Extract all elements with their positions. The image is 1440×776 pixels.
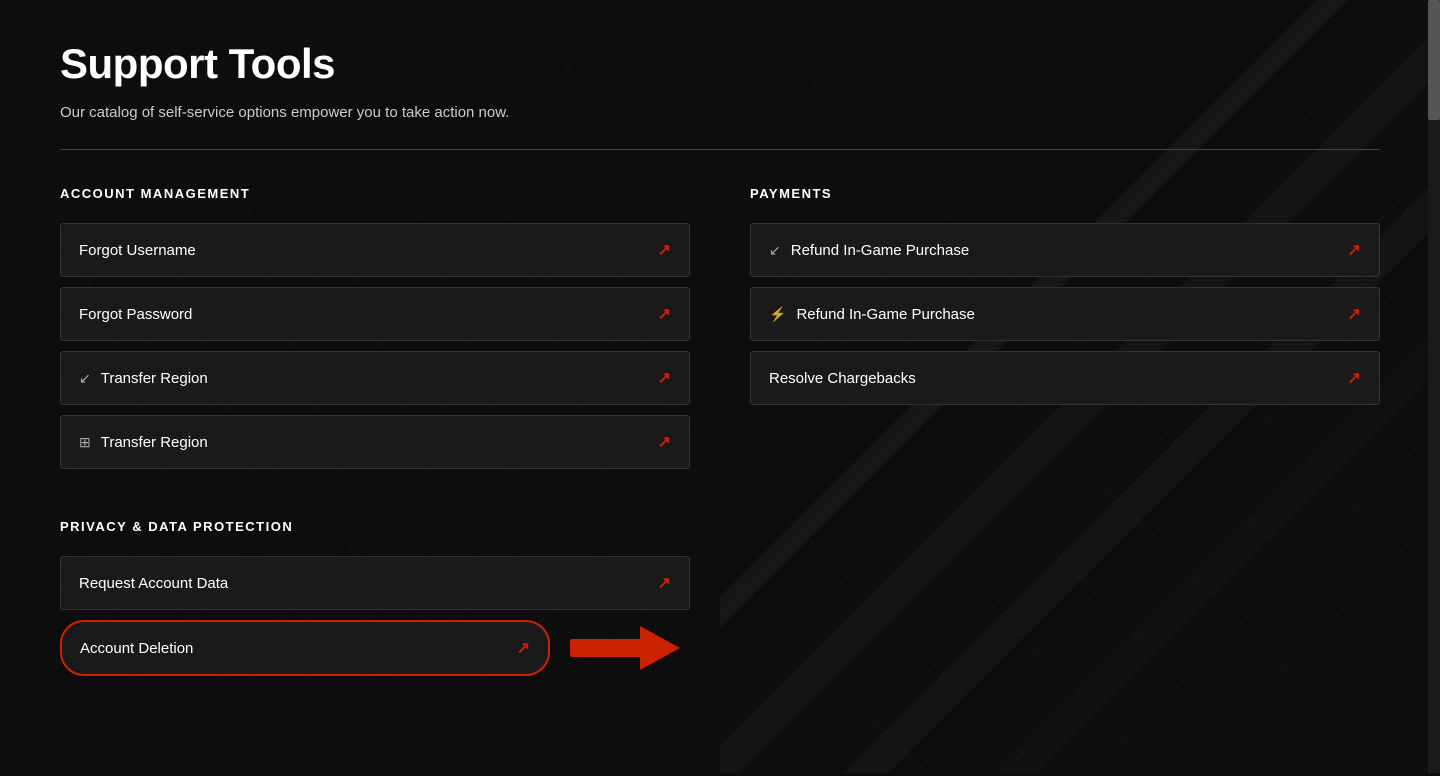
transfer-region-1-label: Transfer Region <box>101 370 208 387</box>
privacy-section: PRIVACY & DATA PROTECTION Request Accoun… <box>60 519 690 716</box>
forgot-username-label: Forgot Username <box>79 242 196 259</box>
transfer-region-2-label: Transfer Region <box>101 434 208 451</box>
refund-ingame-1-label: Refund In-Game Purchase <box>791 242 969 259</box>
forgot-password-button[interactable]: Forgot Password ↗ <box>60 287 690 341</box>
account-management-title: ACCOUNT MANAGEMENT <box>60 186 690 201</box>
forgot-password-arrow-icon: ↗ <box>658 304 671 324</box>
scrollbar[interactable] <box>1428 0 1440 773</box>
privacy-list: Request Account Data ↗ Account Deletion … <box>60 556 690 676</box>
transfer-region-2-icon: ⊞ <box>79 434 91 451</box>
request-account-data-arrow-icon: ↗ <box>658 573 671 593</box>
page-container: Support Tools Our catalog of self-servic… <box>20 0 1420 776</box>
account-deletion-label: Account Deletion <box>80 640 193 657</box>
payments-list: ↙ Refund In-Game Purchase ↗ ⚡ Refund In-… <box>750 223 1380 405</box>
main-grid: ACCOUNT MANAGEMENT Forgot Username ↗ For… <box>60 186 1380 509</box>
refund-2-arrow-icon: ↗ <box>1348 304 1361 324</box>
refund-ingame-1-button[interactable]: ↙ Refund In-Game Purchase ↗ <box>750 223 1380 277</box>
transfer-region-2-arrow-icon: ↗ <box>658 432 671 452</box>
refund-1-icon: ↙ <box>769 242 781 259</box>
scrollbar-thumb[interactable] <box>1428 0 1440 120</box>
forgot-password-label: Forgot Password <box>79 306 192 323</box>
payments-title: PAYMENTS <box>750 186 1380 201</box>
refund-ingame-2-label: Refund In-Game Purchase <box>796 306 974 323</box>
payments-section: PAYMENTS ↙ Refund In-Game Purchase ↗ ⚡ R… <box>750 186 1380 509</box>
resolve-chargebacks-arrow-icon: ↗ <box>1348 368 1361 388</box>
forgot-username-button[interactable]: Forgot Username ↗ <box>60 223 690 277</box>
forgot-username-arrow-icon: ↗ <box>658 240 671 260</box>
red-arrow-annotation <box>570 626 690 670</box>
account-deletion-arrow-icon: ↗ <box>517 638 530 658</box>
bottom-right-placeholder <box>750 519 1380 716</box>
transfer-region-2-button[interactable]: ⊞ Transfer Region ↗ <box>60 415 690 469</box>
privacy-title: PRIVACY & DATA PROTECTION <box>60 519 690 534</box>
refund-2-icon: ⚡ <box>769 306 786 323</box>
transfer-region-1-button[interactable]: ↙ Transfer Region ↗ <box>60 351 690 405</box>
refund-1-arrow-icon: ↗ <box>1348 240 1361 260</box>
account-management-list: Forgot Username ↗ Forgot Password ↗ ↙ Tr… <box>60 223 690 469</box>
request-account-data-button[interactable]: Request Account Data ↗ <box>60 556 690 610</box>
bottom-grid: PRIVACY & DATA PROTECTION Request Accoun… <box>60 519 1380 716</box>
page-title: Support Tools <box>60 40 1380 88</box>
account-deletion-button[interactable]: Account Deletion ↗ <box>60 620 550 676</box>
section-divider <box>60 149 1380 150</box>
request-account-data-label: Request Account Data <box>79 575 228 592</box>
transfer-region-1-arrow-icon: ↗ <box>658 368 671 388</box>
refund-ingame-2-button[interactable]: ⚡ Refund In-Game Purchase ↗ <box>750 287 1380 341</box>
resolve-chargebacks-label: Resolve Chargebacks <box>769 370 916 387</box>
account-deletion-container: Account Deletion ↗ <box>60 620 690 676</box>
account-management-section: ACCOUNT MANAGEMENT Forgot Username ↗ For… <box>60 186 690 509</box>
resolve-chargebacks-button[interactable]: Resolve Chargebacks ↗ <box>750 351 1380 405</box>
transfer-region-1-icon: ↙ <box>79 370 91 387</box>
page-subtitle: Our catalog of self-service options empo… <box>60 104 1380 121</box>
